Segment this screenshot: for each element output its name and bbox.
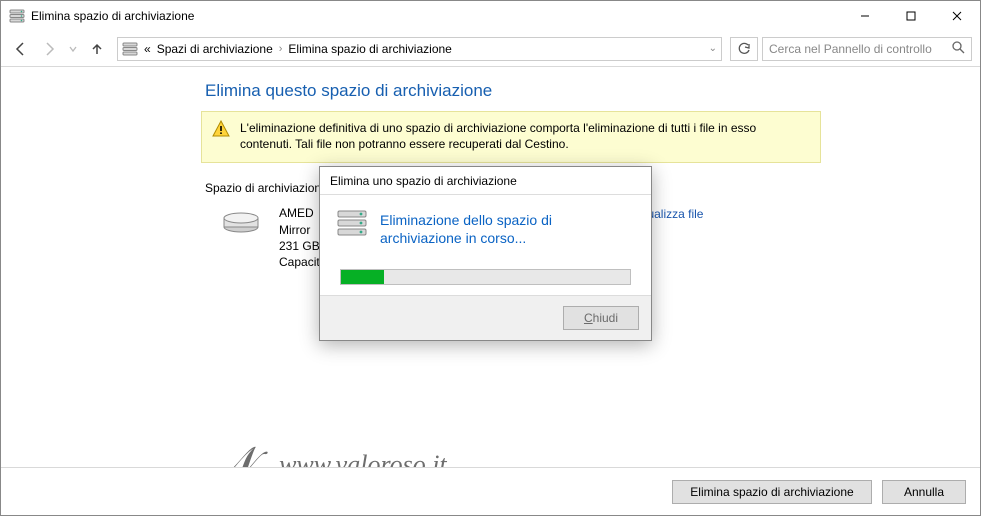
chevron-right-icon: › xyxy=(279,43,283,55)
close-button[interactable] xyxy=(934,1,980,31)
storage-pool-icon xyxy=(122,42,138,56)
search-input[interactable]: Cerca nel Pannello di controllo xyxy=(762,37,972,61)
dialog-message: Eliminazione dello spazio di archiviazio… xyxy=(380,211,635,247)
delete-storage-button[interactable]: Elimina spazio di archiviazione xyxy=(672,480,872,504)
refresh-button[interactable] xyxy=(730,37,758,61)
dialog-close-button[interactable]: Chiudi xyxy=(563,306,639,330)
watermark: 𝒩 www.valoroso.it xyxy=(211,437,447,467)
warning-text: L'eliminazione definitiva di uno spazio … xyxy=(240,120,810,152)
breadcrumb-item[interactable]: Spazi di archiviazione xyxy=(157,42,273,56)
nav-toolbar: « Spazi di archiviazione › Elimina spazi… xyxy=(1,31,980,67)
progress-fill xyxy=(341,270,384,284)
storage-pool-icon xyxy=(9,9,25,23)
forward-button[interactable] xyxy=(37,37,61,61)
page-title: Elimina questo spazio di archiviazione xyxy=(201,81,980,101)
cancel-button[interactable]: Annulla xyxy=(882,480,966,504)
breadcrumb-prefix: « xyxy=(144,42,151,56)
dialog-title: Elimina uno spazio di archiviazione xyxy=(320,167,651,195)
dialog-close-label: Chiudi xyxy=(584,311,618,325)
search-icon xyxy=(952,41,965,57)
address-bar[interactable]: « Spazi di archiviazione › Elimina spazi… xyxy=(117,37,722,61)
storage-pool-icon xyxy=(336,209,368,240)
search-placeholder: Cerca nel Pannello di controllo xyxy=(769,42,952,56)
progress-dialog: Elimina uno spazio di archiviazione Elim… xyxy=(319,166,652,341)
recent-locations-button[interactable] xyxy=(65,37,81,61)
drive-icon xyxy=(221,205,261,238)
up-button[interactable] xyxy=(85,37,109,61)
chevron-down-icon[interactable]: ⌄ xyxy=(709,43,717,54)
watermark-text: www.valoroso.it xyxy=(279,450,447,468)
titlebar: Elimina spazio di archiviazione xyxy=(1,1,980,31)
warning-icon xyxy=(212,120,230,141)
back-button[interactable] xyxy=(9,37,33,61)
control-panel-window: Elimina spazio di archiviazione xyxy=(0,0,981,516)
footer-bar: Elimina spazio di archiviazione Annulla xyxy=(1,467,980,515)
minimize-button[interactable] xyxy=(842,1,888,31)
maximize-button[interactable] xyxy=(888,1,934,31)
warning-box: L'eliminazione definitiva di uno spazio … xyxy=(201,111,821,163)
window-title: Elimina spazio di archiviazione xyxy=(31,9,194,23)
progress-bar xyxy=(340,269,631,285)
watermark-logo: 𝒩 xyxy=(211,437,255,467)
breadcrumb-item[interactable]: Elimina spazio di archiviazione xyxy=(288,42,451,56)
